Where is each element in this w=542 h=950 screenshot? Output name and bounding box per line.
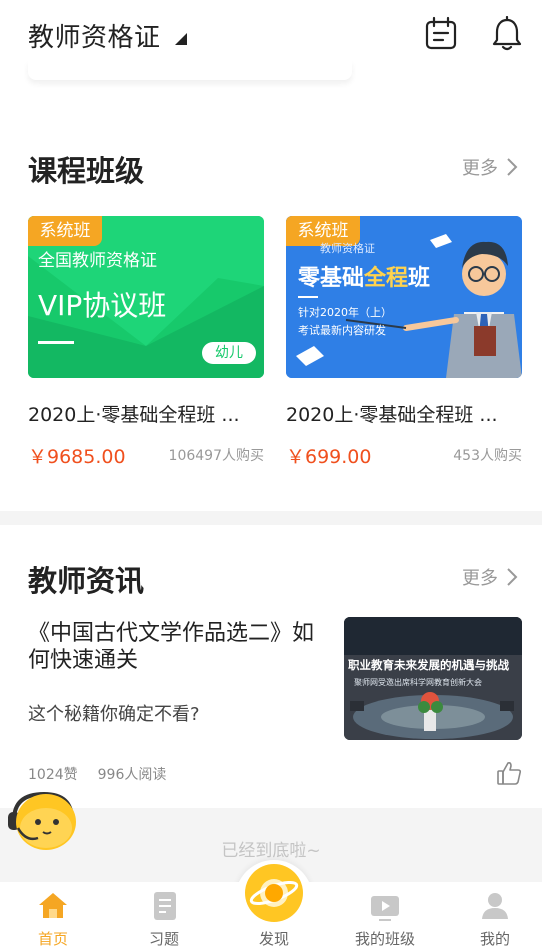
nav-home-label: 首页 (37, 930, 68, 948)
thumb-subtitle: 全国教师资格证 (38, 251, 157, 271)
course-thumbnail: 系统班 教师资格证 零基础全程班 针对2020年（上） 考试最新内容研发 (286, 216, 522, 378)
bell-icon[interactable] (490, 15, 524, 52)
news-image-caption: 职业教育未来发展的机遇与挑战 (348, 658, 509, 672)
news-article-summary: 这个秘籍你确定不看? (28, 704, 200, 725)
mascot-assistant-icon[interactable] (6, 788, 80, 854)
news-section-title: 教师资讯 (28, 564, 145, 598)
course-tag: 系统班 (28, 216, 102, 246)
nav-my-class[interactable]: 我的班级 (340, 882, 430, 950)
nav-discover[interactable]: 发现 (229, 864, 319, 950)
course-name: 2020上·零基础全程班 ... (286, 404, 498, 426)
calendar-icon[interactable] (424, 16, 458, 52)
bottom-nav: 首页 习题 发现 我的班级 我的 (0, 864, 542, 950)
course-sold-count: 453人购买 (453, 448, 522, 464)
course-price: ￥9685.00 (28, 446, 126, 468)
nav-discover-label: 发现 (258, 930, 289, 948)
exam-selector[interactable]: 教师资格证 (28, 16, 189, 54)
course-sold-count: 106497人购买 (168, 448, 264, 464)
course-name: 2020上·零基础全程班 ... (28, 404, 240, 426)
chevron-right-icon (507, 568, 518, 586)
news-more-link[interactable]: 更多 (462, 564, 518, 590)
thumb-title-part: 班 (408, 266, 431, 291)
course-card[interactable]: 系统班 教师资格证 零基础全程班 针对2020年（上） 考试最新内容研发 202… (286, 216, 522, 468)
thumbs-up-icon[interactable] (496, 760, 522, 786)
news-article-image[interactable]: 职业教育未来发展的机遇与挑战 聚师网受邀出席科学网教育创新大会 (344, 617, 522, 740)
courses-section-title: 课程班级 (28, 154, 145, 188)
nav-exercises[interactable]: 习题 (119, 882, 209, 950)
course-price: ￥699.00 (286, 446, 372, 468)
news-image-subcaption: 聚师网受邀出席科学网教育创新大会 (354, 678, 482, 687)
news-more-label: 更多 (462, 568, 498, 589)
chevron-right-icon (507, 158, 518, 176)
thumb-title: 零基础全程班 (298, 260, 430, 292)
course-thumbnail: 系统班 全国教师资格证 VIP协议班 幼儿 (28, 216, 264, 378)
section-divider (0, 511, 542, 525)
profile-icon (479, 890, 511, 922)
nav-profile[interactable]: 我的 (450, 882, 540, 950)
nav-home[interactable]: 首页 (8, 882, 98, 950)
news-article-meta: 1024赞 996人阅读 (28, 764, 166, 784)
like-count: 1024赞 (28, 767, 78, 783)
thumb-subtitle: 教师资格证 (320, 242, 375, 255)
thumb-title: VIP协议班 (38, 289, 167, 322)
exam-selector-label: 教师资格证 (28, 22, 161, 53)
level-badge: 幼儿 (202, 342, 256, 364)
previous-card-bottom (28, 60, 352, 80)
discover-planet-icon (243, 862, 305, 924)
exercise-icon (148, 890, 180, 922)
courses-more-link[interactable]: 更多 (462, 154, 518, 180)
read-count: 996人阅读 (97, 767, 167, 783)
thumb-caption: 针对2020年（上） (298, 306, 392, 319)
top-bar: 教师资格证 (0, 0, 542, 68)
video-class-icon (369, 890, 401, 922)
nav-profile-label: 我的 (479, 930, 510, 948)
end-of-list-text: 已经到底啦~ (221, 841, 321, 861)
courses-more-label: 更多 (462, 158, 498, 179)
thumb-caption: 考试最新内容研发 (298, 324, 386, 337)
thumb-title-highlight: 全程 (364, 266, 409, 291)
news-article-title[interactable]: 《中国古代文学作品选二》如何快速通关 (28, 620, 328, 674)
course-card[interactable]: 系统班 全国教师资格证 VIP协议班 幼儿 2020上·零基础全程班 ... ￥… (28, 216, 264, 468)
home-icon (37, 890, 69, 922)
caret-down-icon (173, 30, 189, 46)
nav-my-class-label: 我的班级 (354, 930, 415, 948)
nav-exercises-label: 习题 (148, 930, 179, 948)
thumb-title-part: 零基础 (298, 266, 365, 291)
